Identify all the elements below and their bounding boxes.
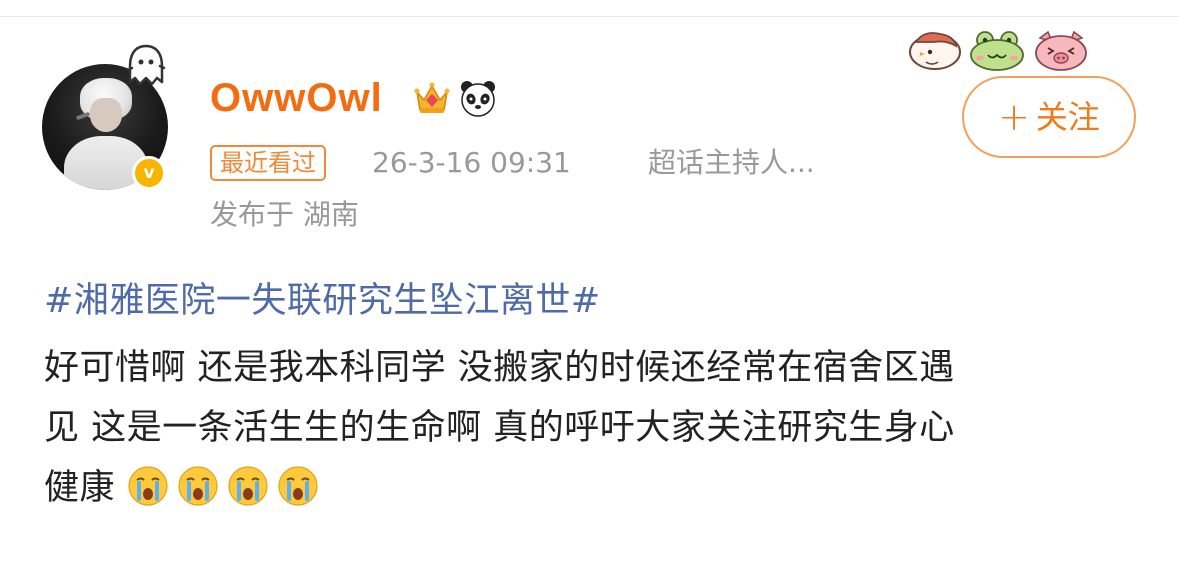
frog-sticker-icon <box>970 31 1024 71</box>
chick-sticker-icon <box>909 32 961 70</box>
ghost-icon <box>126 44 166 86</box>
crying-face-icon <box>178 466 218 506</box>
top-divider <box>0 16 1179 17</box>
post-source[interactable]: 超话主持人... <box>648 143 815 183</box>
author-name[interactable]: OwwOwl <box>210 74 383 122</box>
recently-viewed-badge: 最近看过 <box>210 145 326 181</box>
crying-face-icon <box>128 466 168 506</box>
follow-button[interactable]: + 关注 <box>962 76 1136 158</box>
follow-label: 关注 <box>1035 98 1100 136</box>
post-body-line-last: 健康 <box>44 458 1134 518</box>
crying-face-icon <box>278 466 318 506</box>
post-body-line: 好可惜啊 还是我本科同学 没搬家的时候还经常在宿舍区遇 <box>44 348 955 388</box>
plus-icon: + <box>998 95 1030 139</box>
post-body-line: 见 这是一条活生生的生命啊 真的呼吁大家关注研究生身心 <box>44 408 955 448</box>
post-body-line-text: 健康 <box>44 468 116 508</box>
pig-sticker-icon <box>1035 30 1087 71</box>
verified-v-icon: v <box>132 156 166 190</box>
panda-icon <box>461 81 495 117</box>
emoji-group <box>115 466 327 508</box>
hashtag-link[interactable]: #湘雅医院一失联研究生坠江离世# <box>44 278 601 324</box>
crying-face-icon <box>228 466 268 506</box>
crown-icon <box>414 82 450 113</box>
post-location: 发布于 湖南 <box>210 198 359 231</box>
post-timestamp: 26-3-16 09:31 <box>372 146 571 179</box>
post-body: 好可惜啊 还是我本科同学 没搬家的时候还经常在宿舍区遇 见 这是一条活生生的生命… <box>44 338 1134 518</box>
